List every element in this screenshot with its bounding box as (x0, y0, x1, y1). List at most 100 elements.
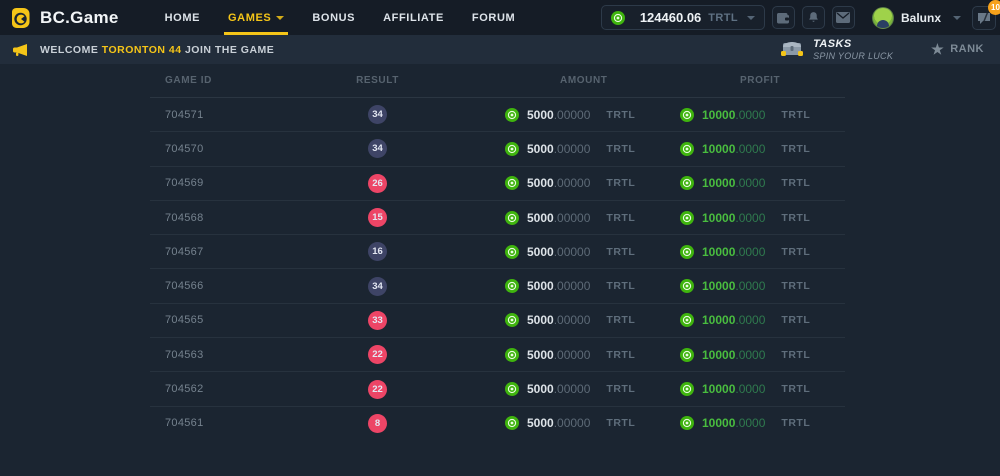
amount-cell: 5000.00000 TRTL (440, 279, 655, 293)
messages-button[interactable] (832, 6, 855, 29)
nav-forum[interactable]: FORUM (458, 0, 529, 35)
chevron-down-icon (276, 16, 284, 20)
result-cell: 16 (315, 242, 440, 261)
result-badge: 8 (368, 414, 387, 433)
result-badge: 33 (368, 311, 387, 330)
notifications-button[interactable] (802, 6, 825, 29)
game-id-cell: 704566 (150, 280, 315, 292)
header-game-id: GAME ID (150, 75, 315, 86)
game-id-cell: 704561 (150, 417, 315, 429)
header-amount: AMOUNT (440, 75, 655, 86)
nav-games[interactable]: GAMES (214, 0, 298, 35)
profit-currency: TRTL (781, 177, 810, 189)
table-row[interactable]: 704563 22 5000.00000 TRTL 10000.0000 TRT… (150, 337, 845, 371)
coin-icon (680, 211, 694, 225)
result-cell: 22 (315, 380, 440, 399)
coin-icon (680, 382, 694, 396)
coin-icon (505, 142, 519, 156)
profit-integer: 10000 (702, 382, 735, 396)
table-row[interactable]: 704566 34 5000.00000 TRTL 10000.0000 TRT… (150, 268, 845, 302)
nav-bonus[interactable]: BONUS (298, 0, 369, 35)
coin-icon (680, 348, 694, 362)
envelope-icon (836, 12, 850, 23)
treasure-chest-icon (779, 39, 805, 59)
profit-fraction: .0000 (735, 416, 765, 430)
profit-integer: 10000 (702, 348, 735, 362)
table-row[interactable]: 704571 34 5000.00000 TRTL 10000.0000 TRT… (150, 97, 845, 131)
amount-cell: 5000.00000 TRTL (440, 108, 655, 122)
table-header-row: GAME ID RESULT AMOUNT PROFIT (150, 64, 845, 97)
amount-integer: 5000 (527, 211, 554, 225)
amount-fraction: .00000 (554, 382, 591, 396)
amount-integer: 5000 (527, 245, 554, 259)
result-badge: 26 (368, 174, 387, 193)
game-id-cell: 704570 (150, 143, 315, 155)
amount-cell: 5000.00000 TRTL (440, 416, 655, 430)
chevron-down-icon (953, 16, 961, 20)
result-cell: 34 (315, 277, 440, 296)
amount-currency: TRTL (606, 212, 635, 224)
chat-icon (977, 12, 991, 24)
coin-icon (505, 108, 519, 122)
amount-cell: 5000.00000 TRTL (440, 142, 655, 156)
result-badge: 22 (368, 380, 387, 399)
coin-icon (680, 176, 694, 190)
amount-fraction: .00000 (554, 313, 591, 327)
table-row[interactable]: 704565 33 5000.00000 TRTL 10000.0000 TRT… (150, 303, 845, 337)
game-table-body: 704571 34 5000.00000 TRTL 10000.0000 TRT… (150, 97, 845, 440)
amount-currency: TRTL (606, 246, 635, 258)
result-cell: 22 (315, 345, 440, 364)
profit-cell: 10000.0000 TRTL (655, 211, 845, 225)
chat-button[interactable]: 10 (972, 6, 996, 30)
coin-icon (505, 382, 519, 396)
profit-currency: TRTL (781, 314, 810, 326)
rank-label: RANK (950, 43, 984, 55)
balance-selector[interactable]: 124460.06 TRTL (601, 5, 765, 30)
amount-integer: 5000 (527, 382, 554, 396)
profit-cell: 10000.0000 TRTL (655, 382, 845, 396)
amount-fraction: .00000 (554, 176, 591, 190)
amount-integer: 5000 (527, 108, 554, 122)
profit-integer: 10000 (702, 245, 735, 259)
brand-name: BC.Game (40, 8, 119, 28)
table-row[interactable]: 704567 16 5000.00000 TRTL 10000.0000 TRT… (150, 234, 845, 268)
nav-home[interactable]: HOME (151, 0, 214, 35)
result-badge: 16 (368, 242, 387, 261)
profit-integer: 10000 (702, 313, 735, 327)
nav-affiliate[interactable]: AFFILIATE (369, 0, 458, 35)
profit-integer: 10000 (702, 416, 735, 430)
balance-currency: TRTL (708, 12, 755, 24)
table-row[interactable]: 704569 26 5000.00000 TRTL 10000.0000 TRT… (150, 166, 845, 200)
amount-fraction: .00000 (554, 211, 591, 225)
amount-currency: TRTL (606, 177, 635, 189)
table-row[interactable]: 704562 22 5000.00000 TRTL 10000.0000 TRT… (150, 371, 845, 405)
coin-icon (505, 348, 519, 362)
brand-logo[interactable]: BC.Game (8, 6, 119, 30)
rank-widget[interactable]: ★ RANK (931, 42, 984, 56)
table-row[interactable]: 704561 8 5000.00000 TRTL 10000.0000 TRTL (150, 406, 845, 440)
profit-currency: TRTL (781, 349, 810, 361)
amount-fraction: .00000 (554, 142, 591, 156)
profit-fraction: .0000 (735, 142, 765, 156)
coin-icon (505, 416, 519, 430)
megaphone-icon (12, 43, 28, 57)
profit-currency: TRTL (781, 246, 810, 258)
profit-cell: 10000.0000 TRTL (655, 416, 845, 430)
table-row[interactable]: 704568 15 5000.00000 TRTL 10000.0000 TRT… (150, 200, 845, 234)
wallet-button[interactable] (772, 6, 795, 29)
tasks-widget[interactable]: TASKS SPIN YOUR LUCK (779, 38, 893, 61)
profit-currency: TRTL (781, 383, 810, 395)
coin-icon (505, 313, 519, 327)
user-menu[interactable]: Balunx (872, 7, 961, 29)
main-nav: HOME GAMES BONUS AFFILIATE FORUM (151, 0, 530, 35)
amount-integer: 5000 (527, 313, 554, 327)
amount-currency: TRTL (606, 383, 635, 395)
amount-integer: 5000 (527, 279, 554, 293)
announcement-highlight: TORONTON 44 (102, 44, 182, 56)
table-row[interactable]: 704570 34 5000.00000 TRTL 10000.0000 TRT… (150, 131, 845, 165)
profit-fraction: .0000 (735, 245, 765, 259)
announcement-text: WELCOME TORONTON 44 JOIN THE GAME (40, 44, 274, 56)
amount-cell: 5000.00000 TRTL (440, 245, 655, 259)
game-id-cell: 704567 (150, 246, 315, 258)
amount-currency: TRTL (606, 349, 635, 361)
